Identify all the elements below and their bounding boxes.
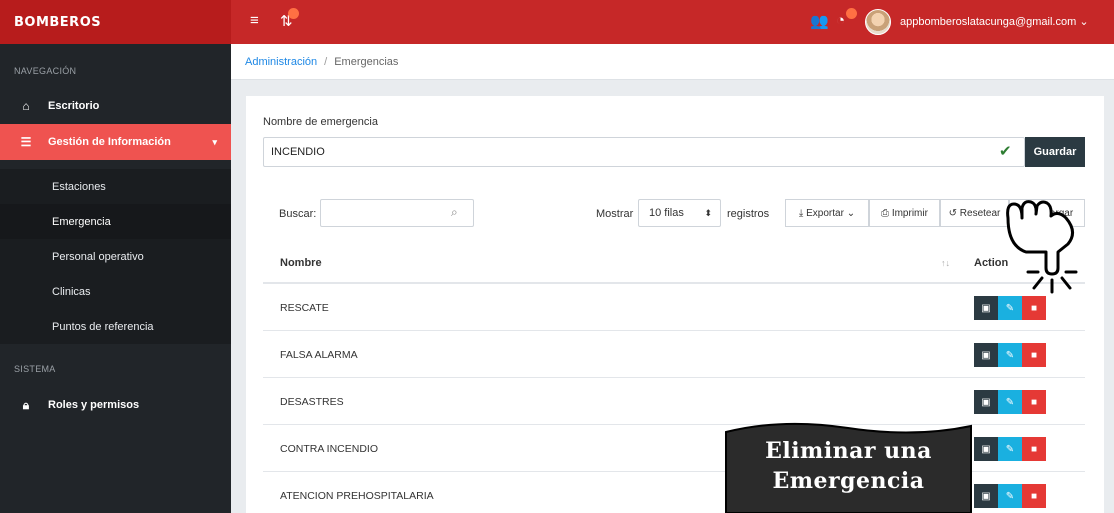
save-button[interactable]: Guardar <box>1025 137 1085 167</box>
breadcrumb-current: Emergencias <box>334 55 399 68</box>
submenu-item-personal-operativo[interactable]: Personal operativo <box>0 239 231 274</box>
user-email: appbomberoslatacunga@gmail.com <box>900 16 1077 28</box>
avatar[interactable] <box>865 9 891 35</box>
breadcrumb: Administración / Emergencias <box>231 44 1114 80</box>
top-navbar: BOMBEROS ≡ ⇅ 👥 ◔ appbomberoslatacunga@gm… <box>0 0 1114 44</box>
print-label: Imprimir <box>891 207 928 219</box>
home-icon: ⌂ <box>22 99 30 113</box>
view-button[interactable]: ▣ <box>974 437 998 461</box>
list-icon: ☰ <box>20 135 32 149</box>
brand-logo[interactable]: BOMBEROS <box>0 0 231 44</box>
download-icon: ⤓ <box>798 207 804 219</box>
select-caret-icon: ⬍ <box>704 207 712 218</box>
sidebar-item-label: Escritorio <box>48 100 100 112</box>
edit-button[interactable]: ✎ <box>998 343 1022 367</box>
view-button[interactable]: ▣ <box>974 343 998 367</box>
edit-button[interactable]: ✎ <box>998 390 1022 414</box>
submenu: Estaciones Emergencia Personal operativo… <box>0 169 231 344</box>
sidebar-item-label: Gestión de Información <box>48 136 171 148</box>
eye-icon: ▣ <box>981 302 991 314</box>
tutorial-callout: Eliminar una Emergencia <box>722 418 975 513</box>
edit-button[interactable]: ✎ <box>998 484 1022 508</box>
users-icon[interactable]: 👥 <box>810 12 829 30</box>
column-header-nombre[interactable]: Nombre <box>280 257 322 269</box>
sidebar-item-gestion-informacion[interactable]: ☰ Gestión de Información ▾ <box>0 124 231 160</box>
chevron-down-icon: ⌄ <box>846 207 856 219</box>
callout-text: Eliminar una Emergencia <box>722 436 975 496</box>
edit-icon: ✎ <box>1005 490 1015 502</box>
chevron-down-icon: ⌄ <box>1079 16 1089 28</box>
view-button[interactable]: ▣ <box>974 296 998 320</box>
eye-icon: ▣ <box>981 349 991 361</box>
delete-button[interactable]: ■ <box>1022 484 1046 508</box>
sidebar: NAVEGACIÓN ⌂ Escritorio ☰ Gestión de Inf… <box>0 44 231 513</box>
delete-button[interactable]: ■ <box>1022 390 1046 414</box>
delete-button[interactable]: ■ <box>1022 343 1046 367</box>
row-name: DESASTRES <box>280 396 344 408</box>
reset-label: Resetear <box>959 207 1001 219</box>
emergency-name-input[interactable] <box>263 137 1025 167</box>
eye-icon: ▣ <box>981 443 991 455</box>
submenu-item-emergencia[interactable]: Emergencia <box>0 204 231 239</box>
edit-icon: ✎ <box>1005 396 1015 408</box>
row-name: ATENCION PREHOSPITALARIA <box>280 490 434 502</box>
submenu-item-estaciones[interactable]: Estaciones <box>0 169 231 204</box>
eye-icon: ▣ <box>981 396 991 408</box>
export-button[interactable]: ⤓ Exportar ⌄ <box>785 199 869 227</box>
notification-badge <box>288 8 299 19</box>
trash-icon: ■ <box>1030 443 1038 455</box>
emergency-name-label: Nombre de emergencia <box>263 116 378 128</box>
chat-icon[interactable]: ◔ <box>836 12 845 29</box>
table-row: RESCATE ▣ ✎ ■ <box>263 284 1085 331</box>
breadcrumb-separator: / <box>324 55 328 68</box>
delete-button[interactable]: ■ <box>1022 437 1046 461</box>
rows-per-page-select[interactable]: 10 filas ⬍ <box>638 199 721 227</box>
breadcrumb-link-administracion[interactable]: Administración <box>245 56 317 68</box>
search-icon: ⌕ <box>451 205 458 219</box>
rows-per-page-value: 10 filas <box>649 207 684 219</box>
chat-badge <box>846 8 857 19</box>
user-menu[interactable]: appbomberoslatacunga@gmail.com ⌄ <box>900 15 1089 28</box>
show-label: Mostrar <box>596 208 634 220</box>
search-label: Buscar: <box>279 208 317 220</box>
emergency-card: Nombre de emergencia ✔ Guardar Buscar: ⌕… <box>246 96 1104 513</box>
callout-line-1: Eliminar una <box>765 438 932 464</box>
export-label: Exportar <box>806 207 844 219</box>
view-button[interactable]: ▣ <box>974 484 998 508</box>
trash-icon: ■ <box>1030 396 1038 408</box>
submenu-item-puntos-referencia[interactable]: Puntos de referencia <box>0 309 231 344</box>
trash-icon: ■ <box>1030 349 1038 361</box>
submenu-item-clinicas[interactable]: Clinicas <box>0 274 231 309</box>
chevron-down-icon: ▾ <box>212 136 217 147</box>
edit-button[interactable]: ✎ <box>998 437 1022 461</box>
sidebar-item-escritorio[interactable]: ⌂ Escritorio <box>0 88 231 124</box>
callout-line-2: Emergencia <box>772 468 925 494</box>
sidebar-item-label: Roles y permisos <box>48 399 140 411</box>
records-label: registros <box>727 208 770 220</box>
check-icon: ✔ <box>999 143 1012 160</box>
eye-icon: ▣ <box>981 490 991 502</box>
row-name: RESCATE <box>280 302 329 314</box>
table-row: FALSA ALARMA ▣ ✎ ■ <box>263 331 1085 378</box>
lock-icon: 🔒︎ <box>22 397 30 412</box>
section-label-navigation: NAVEGACIÓN <box>14 66 77 76</box>
view-button[interactable]: ▣ <box>974 390 998 414</box>
edit-icon: ✎ <box>1005 443 1015 455</box>
menu-icon[interactable]: ≡ <box>250 12 259 29</box>
sidebar-item-roles-permisos[interactable]: 🔒︎ Roles y permisos <box>0 387 231 423</box>
print-icon: ⎙ <box>881 207 890 219</box>
reset-icon: ↺ <box>948 207 958 219</box>
pointing-hand-icon <box>1006 200 1078 294</box>
print-button[interactable]: ⎙ Imprimir <box>869 199 940 227</box>
edit-icon: ✎ <box>1005 349 1015 361</box>
row-name: FALSA ALARMA <box>280 349 358 361</box>
trash-icon: ■ <box>1030 490 1038 502</box>
sort-icon[interactable]: ↑↓ <box>941 258 950 268</box>
row-name: CONTRA INCENDIO <box>280 443 379 455</box>
section-label-system: SISTEMA <box>14 364 56 374</box>
